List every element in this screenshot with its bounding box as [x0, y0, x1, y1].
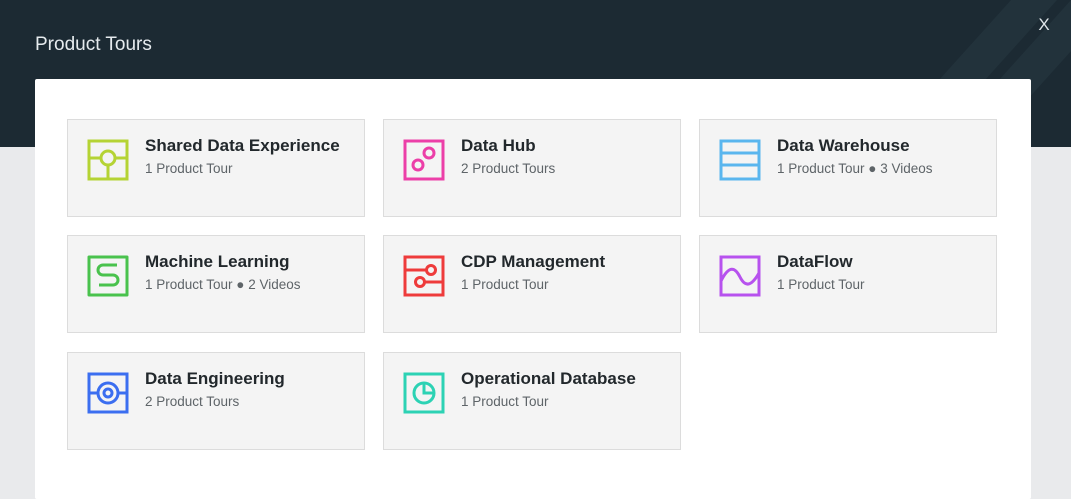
tour-card-title: Operational Database [461, 369, 636, 388]
tour-card-title: DataFlow [777, 252, 853, 271]
data-hub-icon [403, 139, 445, 181]
sdx-icon [87, 139, 129, 181]
tour-card-data-warehouse[interactable]: Data Warehouse 1 Product Tour ● 3 Videos [699, 119, 997, 217]
tour-card-subtitle: 1 Product Tour [461, 277, 549, 292]
cdp-management-icon [403, 255, 445, 297]
machine-learning-icon [87, 255, 129, 297]
tour-card-title: CDP Management [461, 252, 606, 271]
tour-card-machine-learning[interactable]: Machine Learning 1 Product Tour ● 2 Vide… [67, 235, 365, 333]
tour-card-cdp-management[interactable]: CDP Management 1 Product Tour [383, 235, 681, 333]
dataflow-icon [719, 255, 761, 297]
tour-card-title: Data Hub [461, 136, 536, 155]
tour-card-title: Data Warehouse [777, 136, 910, 155]
tour-card-subtitle: 1 Product Tour [461, 394, 549, 409]
tour-card-subtitle: 1 Product Tour ● 2 Videos [145, 277, 301, 292]
tour-card-subtitle: 1 Product Tour [777, 277, 865, 292]
tour-card-subtitle: 1 Product Tour [145, 161, 233, 176]
tour-card-dataflow[interactable]: DataFlow 1 Product Tour [699, 235, 997, 333]
tour-card-data-engineering[interactable]: Data Engineering 2 Product Tours [67, 352, 365, 450]
data-warehouse-icon [719, 139, 761, 181]
tour-card-operational-database[interactable]: Operational Database 1 Product Tour [383, 352, 681, 450]
tour-card-shared-data-experience[interactable]: Shared Data Experience 1 Product Tour [67, 119, 365, 217]
tour-card-data-hub[interactable]: Data Hub 2 Product Tours [383, 119, 681, 217]
tour-card-title: Machine Learning [145, 252, 290, 271]
tour-card-title: Shared Data Experience [145, 136, 340, 155]
close-icon[interactable]: X [1036, 14, 1052, 36]
modal-title: Product Tours [35, 34, 152, 55]
product-tours-panel: Shared Data Experience 1 Product Tour Da… [35, 79, 1031, 499]
tour-card-subtitle: 2 Product Tours [461, 161, 556, 176]
tour-card-subtitle: 1 Product Tour ● 3 Videos [777, 161, 933, 176]
operational-database-icon [403, 372, 445, 414]
tour-card-title: Data Engineering [145, 369, 285, 388]
data-engineering-icon [87, 372, 129, 414]
tour-card-subtitle: 2 Product Tours [145, 394, 240, 409]
